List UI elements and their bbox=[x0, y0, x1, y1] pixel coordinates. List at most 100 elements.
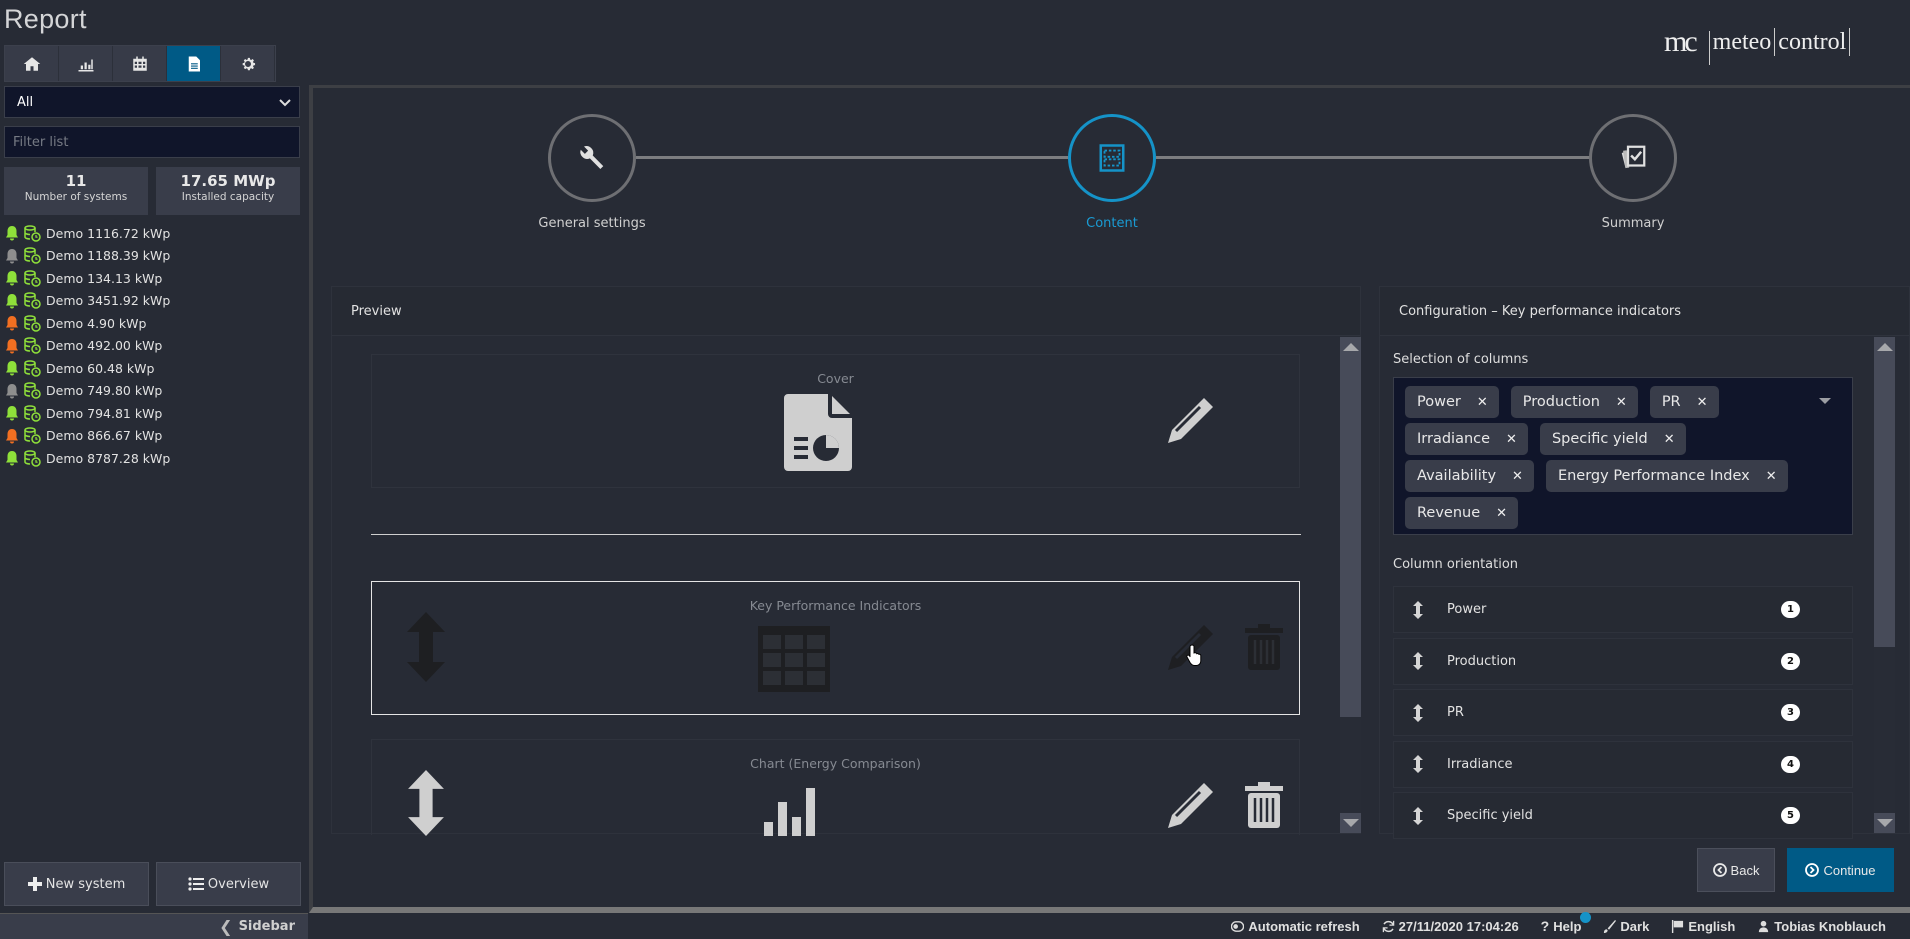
new-system-button[interactable]: New system bbox=[4, 862, 149, 906]
drag-handle-icon[interactable] bbox=[1411, 600, 1425, 619]
column-chip: Power ✕ bbox=[1405, 386, 1499, 418]
trash-icon[interactable] bbox=[1245, 782, 1283, 828]
preview-scrollbar[interactable] bbox=[1340, 337, 1361, 833]
column-orientation-item[interactable]: Production 2 bbox=[1393, 637, 1853, 685]
help-link[interactable]: ? Help bbox=[1541, 912, 1592, 934]
system-list: Demo 1116.72 kWp Demo 1188.39 kWp Demo 134… bbox=[4, 222, 294, 470]
remove-chip-icon[interactable]: ✕ bbox=[1697, 395, 1708, 410]
system-list-item[interactable]: Demo 749.80 kWp bbox=[4, 380, 294, 403]
system-list-item[interactable]: Demo 8787.28 kWp bbox=[4, 447, 294, 470]
system-list-item[interactable]: Demo 3451.92 kWp bbox=[4, 290, 294, 313]
column-orientation-item[interactable]: Irradiance 4 bbox=[1393, 740, 1853, 788]
system-name: Demo 866.67 kWp bbox=[46, 428, 163, 444]
configuration-panel: Configuration – Key performance indicato… bbox=[1379, 286, 1910, 839]
sidebar-toggle[interactable]: ❮ Sidebar bbox=[0, 913, 308, 939]
language-selector[interactable]: English bbox=[1671, 919, 1735, 934]
logo-word-control: control bbox=[1778, 28, 1847, 55]
database-clock-icon bbox=[24, 225, 41, 242]
edit-pencil-icon[interactable] bbox=[1166, 395, 1216, 445]
tab-settings[interactable] bbox=[221, 46, 275, 81]
system-list-item[interactable]: Demo 1116.72 kWp bbox=[4, 222, 294, 245]
system-list-item[interactable]: Demo 1188.39 kWp bbox=[4, 245, 294, 268]
system-list-item[interactable]: Demo 794.81 kWp bbox=[4, 402, 294, 425]
remove-chip-icon[interactable]: ✕ bbox=[1512, 469, 1523, 484]
alarm-bell-icon bbox=[6, 271, 18, 286]
column-orientation-label: Column orientation bbox=[1393, 557, 1519, 572]
scroll-down-button[interactable] bbox=[1340, 813, 1361, 833]
remove-chip-icon[interactable]: ✕ bbox=[1506, 432, 1517, 447]
back-button[interactable]: Back bbox=[1697, 848, 1775, 892]
meteocontrol-logo: mc meteo control bbox=[1664, 22, 1851, 65]
database-clock-icon bbox=[24, 337, 41, 354]
scrollbar-thumb[interactable] bbox=[1340, 357, 1361, 717]
step-general-settings[interactable] bbox=[548, 114, 636, 202]
column-orientation-item[interactable]: Power 1 bbox=[1393, 586, 1853, 633]
tab-report[interactable] bbox=[167, 46, 221, 81]
bar-chart-icon bbox=[764, 788, 815, 836]
checklist-icon bbox=[1621, 145, 1646, 169]
remove-chip-icon[interactable]: ✕ bbox=[1616, 395, 1627, 410]
system-list-item[interactable]: Demo 4.90 kWp bbox=[4, 312, 294, 335]
column-orientation-item[interactable]: PR 3 bbox=[1393, 689, 1853, 736]
overview-button[interactable]: Overview bbox=[156, 862, 301, 906]
drag-handle-icon[interactable] bbox=[406, 770, 446, 836]
system-list-item[interactable]: Demo 134.13 kWp bbox=[4, 267, 294, 290]
column-orientation-item[interactable]: Specific yield 5 bbox=[1393, 792, 1853, 839]
remove-chip-icon[interactable]: ✕ bbox=[1766, 469, 1777, 484]
trash-icon[interactable] bbox=[1245, 624, 1283, 670]
step-summary[interactable] bbox=[1589, 114, 1677, 202]
tab-home[interactable] bbox=[5, 46, 59, 81]
drag-handle-icon[interactable] bbox=[1411, 806, 1425, 825]
system-group-select[interactable]: All bbox=[4, 86, 300, 118]
system-list-item[interactable]: Demo 492.00 kWp bbox=[4, 335, 294, 358]
database-clock-icon bbox=[24, 382, 41, 399]
language-label: English bbox=[1688, 918, 1736, 934]
drag-handle-icon[interactable] bbox=[1411, 755, 1425, 773]
automatic-refresh-toggle[interactable]: Automatic refresh bbox=[1231, 918, 1360, 934]
chip-label: Availability bbox=[1417, 468, 1497, 484]
tab-analysis[interactable] bbox=[59, 46, 113, 81]
scrollbar-thumb[interactable] bbox=[1874, 357, 1895, 647]
automatic-refresh-label: Automatic refresh bbox=[1248, 918, 1360, 934]
tab-calendar[interactable] bbox=[113, 46, 167, 81]
remove-chip-icon[interactable]: ✕ bbox=[1477, 395, 1488, 410]
preview-card-cover[interactable]: Cover bbox=[371, 354, 1300, 488]
continue-button[interactable]: Continue bbox=[1787, 848, 1894, 892]
remove-chip-icon[interactable]: ✕ bbox=[1496, 506, 1507, 521]
system-list-item[interactable]: Demo 60.48 kWp bbox=[4, 357, 294, 380]
logo-divider bbox=[1849, 28, 1851, 56]
drag-handle-icon[interactable] bbox=[406, 612, 446, 682]
alarm-bell-icon bbox=[6, 451, 18, 466]
column-order-badge: 2 bbox=[1781, 652, 1800, 670]
column-name: Production bbox=[1447, 653, 1517, 669]
scroll-up-button[interactable] bbox=[1874, 337, 1895, 357]
drag-handle-icon[interactable] bbox=[1411, 652, 1425, 670]
preview-card-kpi[interactable]: Key Performance Indicators bbox=[371, 581, 1300, 715]
system-list-item[interactable]: Demo 866.67 kWp bbox=[4, 425, 294, 448]
filter-list-input[interactable] bbox=[4, 126, 300, 158]
remove-chip-icon[interactable]: ✕ bbox=[1664, 432, 1675, 447]
column-multiselect[interactable]: Power ✕ Production ✕ PR ✕ Irradiance ✕ Specific … bbox=[1393, 377, 1853, 535]
config-scrollbar[interactable] bbox=[1874, 337, 1895, 833]
alarm-bell-icon bbox=[6, 338, 18, 354]
refresh-timestamp[interactable]: 27/11/2020 17:04:26 bbox=[1382, 919, 1519, 934]
column-chip: Energy Performance Index ✕ bbox=[1545, 460, 1788, 492]
user-menu[interactable]: Tobias Knoblauch bbox=[1757, 919, 1886, 934]
chevron-circle-right-icon bbox=[1805, 863, 1820, 877]
dropdown-arrow-icon[interactable] bbox=[1819, 398, 1831, 404]
theme-toggle[interactable]: Dark bbox=[1603, 919, 1649, 934]
layout-icon bbox=[1099, 144, 1125, 172]
theme-label: Dark bbox=[1620, 918, 1650, 934]
timestamp-label: 27/11/2020 17:04:26 bbox=[1398, 918, 1519, 934]
step-label: General settings bbox=[538, 216, 646, 231]
selection-of-columns-label: Selection of columns bbox=[1393, 352, 1529, 367]
stepper-connector bbox=[636, 156, 1068, 159]
scroll-up-button[interactable] bbox=[1340, 337, 1361, 357]
step-content[interactable] bbox=[1068, 114, 1156, 202]
preview-card-chart[interactable]: Chart (Energy Comparison) bbox=[371, 739, 1300, 836]
scroll-down-button[interactable] bbox=[1874, 813, 1895, 833]
edit-pencil-icon[interactable] bbox=[1166, 780, 1216, 830]
database-clock-icon bbox=[24, 405, 41, 422]
drag-handle-icon[interactable] bbox=[1411, 703, 1425, 722]
database-clock-icon bbox=[24, 292, 41, 309]
